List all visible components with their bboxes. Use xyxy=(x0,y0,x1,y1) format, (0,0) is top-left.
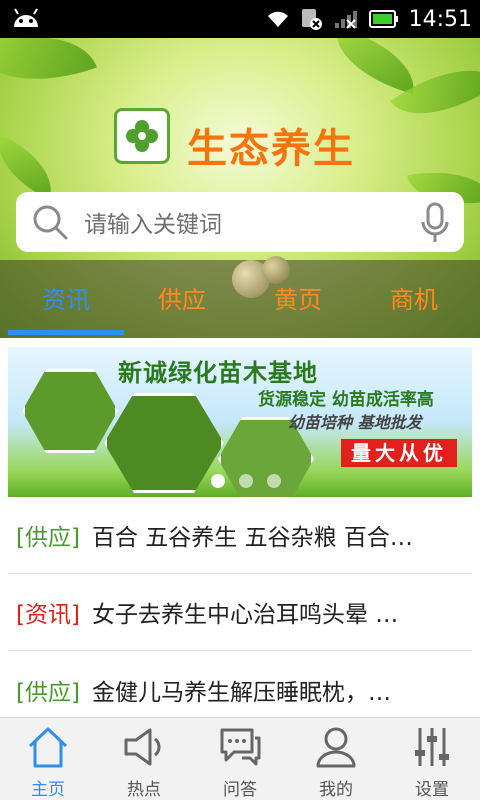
carousel-dot[interactable] xyxy=(211,474,225,488)
clover-logo-icon xyxy=(126,120,158,152)
nav-settings[interactable]: 设置 xyxy=(384,718,480,800)
item-category: [资讯] xyxy=(16,602,80,628)
tree-photo xyxy=(104,393,224,493)
nav-home[interactable]: 主页 xyxy=(0,718,96,800)
item-category: [供应] xyxy=(16,525,80,551)
chat-icon xyxy=(220,728,261,766)
app-logo xyxy=(114,108,170,164)
data-off-icon xyxy=(301,9,322,30)
search-bar[interactable]: 请输入关键词 xyxy=(16,192,464,252)
tab-supply[interactable]: 供应 xyxy=(122,280,242,315)
news-list: [供应] 百合 五谷养生 五谷杂粮 百合… [资讯] 女子去养生中心治耳鸣头晕 … xyxy=(8,497,472,728)
search-input[interactable]: 请输入关键词 xyxy=(84,205,222,239)
banner-tagline: 幼苗培种 基地批发 xyxy=(288,413,422,432)
banner-badge: 量大从优 xyxy=(341,439,457,467)
tree-photo xyxy=(22,369,118,453)
wifi-icon xyxy=(267,11,288,27)
leaf-decoration xyxy=(390,43,480,141)
nav-qa[interactable]: 问答 xyxy=(192,718,288,800)
carousel-dot[interactable] xyxy=(239,474,253,488)
nav-mine[interactable]: 我的 xyxy=(288,718,384,800)
list-item[interactable]: [供应] 百合 五谷养生 五谷杂粮 百合… xyxy=(8,497,472,574)
item-title: 金健儿马养生解压睡眠枕，… xyxy=(91,679,391,706)
microphone-icon[interactable] xyxy=(420,202,450,244)
nav-settings-label: 设置 xyxy=(415,780,449,800)
carousel-indicator xyxy=(211,474,281,488)
tab-news[interactable]: 资讯 xyxy=(6,280,126,315)
nav-hot-label: 热点 xyxy=(127,780,161,800)
android-icon xyxy=(14,8,38,27)
bottom-nav: 主页 热点 问答 我的 设置 xyxy=(0,717,480,800)
header: 生态养生 请输入关键词 资讯 供应 黄页 商机 xyxy=(0,38,480,338)
nav-home-label: 主页 xyxy=(31,780,65,800)
banner-title: 新诚绿化苗木基地 xyxy=(118,359,318,387)
promo-banner[interactable]: 新诚绿化苗木基地 货源稳定 幼苗成活率高 幼苗培种 基地批发 量大从优 xyxy=(8,347,472,497)
item-title: 百合 五谷养生 五谷杂粮 百合… xyxy=(91,525,413,551)
item-title: 女子去养生中心治耳鸣头晕 … xyxy=(91,602,399,628)
leaf-decoration xyxy=(0,38,97,106)
clock: 14:51 xyxy=(408,6,472,32)
category-tabs: 资讯 供应 黄页 商机 xyxy=(0,256,480,338)
search-icon xyxy=(33,205,68,240)
nav-hot[interactable]: 热点 xyxy=(96,718,192,800)
home-icon xyxy=(28,727,68,768)
megaphone-icon xyxy=(124,728,161,766)
active-tab-indicator xyxy=(8,330,124,335)
item-category: [供应] xyxy=(16,679,80,706)
leaf-decoration xyxy=(0,134,65,200)
signal-icon xyxy=(334,11,357,29)
leaf-decoration xyxy=(325,38,425,94)
tab-business[interactable]: 商机 xyxy=(354,280,474,315)
status-bar: 14:51 xyxy=(0,0,480,38)
nav-qa-label: 问答 xyxy=(223,780,257,800)
battery-icon xyxy=(368,10,398,28)
app-title: 生态养生 xyxy=(187,126,355,172)
list-item[interactable]: [资讯] 女子去养生中心治耳鸣头晕 … xyxy=(8,574,472,651)
sliders-icon xyxy=(415,728,449,766)
banner-subtitle: 货源稳定 幼苗成活率高 xyxy=(258,390,434,410)
nav-mine-label: 我的 xyxy=(319,780,353,800)
tab-yellow-pages[interactable]: 黄页 xyxy=(238,280,358,315)
user-icon xyxy=(316,727,356,768)
carousel-dot[interactable] xyxy=(267,474,281,488)
